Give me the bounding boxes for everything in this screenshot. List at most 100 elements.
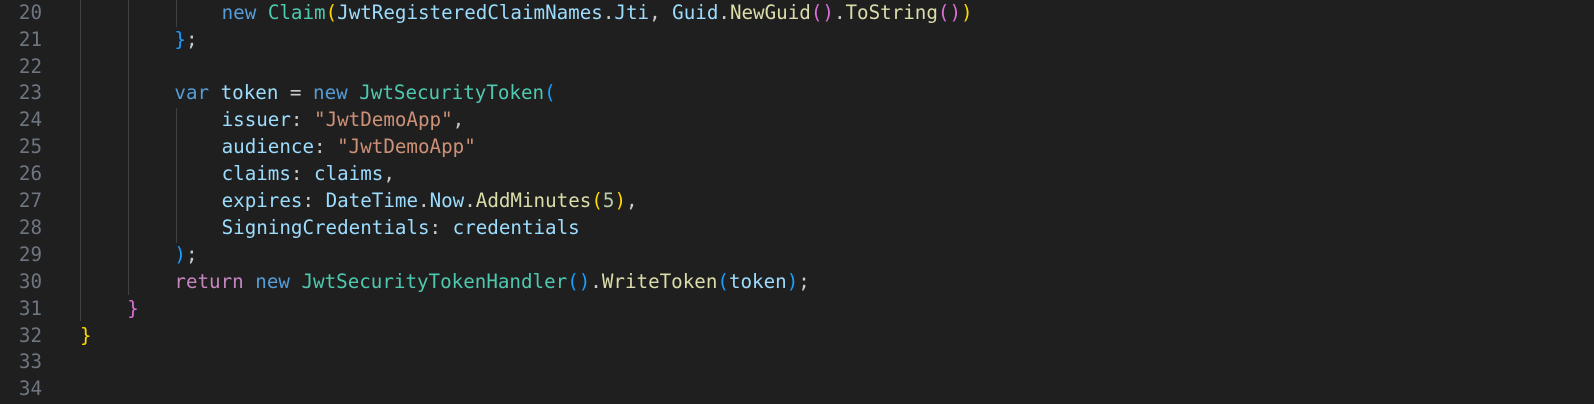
code-line[interactable]: 28 SigningCredentials: credentials [0, 215, 1594, 242]
code-token: claims [221, 162, 291, 186]
line-number: 29 [18, 242, 42, 266]
code-token: . [464, 189, 476, 212]
code-token: . [718, 0, 730, 24]
code-text[interactable]: } [80, 323, 92, 350]
code-text[interactable]: }; [174, 27, 197, 54]
line-number: 21 [18, 27, 42, 51]
code-token: new [313, 81, 348, 105]
code-line[interactable]: 26 claims: claims, [0, 161, 1594, 188]
code-line[interactable]: 31} [0, 296, 1594, 323]
code-token: claims [314, 162, 384, 186]
code-token: () [567, 269, 591, 293]
code-token: = [278, 81, 314, 105]
code-token: ; [185, 27, 198, 51]
code-token: Now [429, 189, 465, 212]
code-token: JwtRegisteredClaimNames [337, 0, 603, 24]
line-number: 34 [18, 377, 42, 401]
code-token: credentials [452, 215, 580, 239]
code-line[interactable]: 20 new Claim(JwtRegisteredClaimNames.Jti,… [0, 0, 1594, 27]
code-token: ( [717, 269, 729, 293]
code-token: , [649, 0, 673, 24]
code-token: JwtSecurityTokenHandler [301, 269, 568, 293]
code-token: expires [221, 189, 303, 212]
code-token: issuer [221, 108, 291, 132]
line-number: 20 [18, 0, 42, 24]
code-token: new [255, 269, 290, 293]
line-number: 33 [18, 350, 42, 374]
code-token: ) [786, 269, 799, 293]
line-number: 30 [18, 269, 42, 293]
code-text[interactable]: SigningCredentials: credentials [222, 215, 580, 242]
line-number: 32 [18, 323, 42, 347]
line-number: 23 [18, 81, 42, 105]
code-token: audience [221, 135, 315, 159]
code-line[interactable]: 24 issuer: "JwtDemoApp", [0, 107, 1594, 134]
code-token: ToString [845, 0, 938, 24]
code-line[interactable]: 30 return new JwtSecurityTokenHandler().W… [0, 269, 1594, 296]
line-number: 24 [18, 108, 42, 132]
code-token: ) [961, 0, 973, 24]
code-line[interactable]: 27 expires: DateTime.Now.AddMinutes(5), [0, 188, 1594, 215]
code-line[interactable]: 21}; [0, 27, 1594, 54]
code-token: Jti [614, 0, 650, 24]
code-token: JwtSecurityToken [359, 81, 545, 105]
code-token: Claim [267, 0, 326, 24]
code-token: ( [325, 0, 338, 24]
code-token: } [127, 296, 139, 320]
code-token: . [590, 269, 602, 293]
code-token: AddMinutes [475, 189, 592, 212]
code-text[interactable]: return new JwtSecurityTokenHandler().Wri… [174, 269, 809, 296]
code-token: 5 [602, 189, 615, 212]
code-line[interactable]: 29); [0, 242, 1594, 269]
code-text[interactable]: expires: DateTime.Now.AddMinutes(5), [222, 188, 638, 215]
line-number: 26 [18, 162, 42, 186]
code-token: token [728, 269, 787, 293]
code-line[interactable]: 22 [0, 54, 1594, 81]
code-token: ( [591, 189, 603, 212]
code-line[interactable]: 23 var token = new JwtSecurityToken( [0, 80, 1594, 107]
code-text[interactable]: } [127, 296, 139, 323]
code-token: WriteToken [601, 269, 718, 293]
code-token: "JwtDemoApp" [337, 135, 476, 159]
code-line[interactable]: 34 [0, 376, 1594, 403]
code-token: . [418, 189, 430, 212]
code-token: new [221, 0, 257, 24]
code-text[interactable]: ); [174, 242, 197, 269]
code-token: var [174, 81, 210, 105]
code-token: : [290, 108, 315, 132]
code-token: : [429, 215, 453, 239]
code-text[interactable]: var token = new JwtSecurityToken( [174, 80, 555, 107]
code-token: : [290, 162, 315, 186]
code-token: () [937, 0, 962, 24]
code-text[interactable]: audience: "JwtDemoApp" [222, 134, 476, 161]
code-token: ) [174, 242, 186, 266]
line-number: 31 [18, 296, 42, 320]
code-token: "JwtDemoApp" [314, 108, 453, 132]
code-line[interactable]: 33 [0, 349, 1594, 376]
code-editor[interactable]: 20 new Claim(JwtRegisteredClaimNames.Jti,… [0, 0, 1594, 404]
code-token: , [626, 189, 638, 212]
code-line[interactable]: 25 audience: "JwtDemoApp" [0, 134, 1594, 161]
code-text[interactable]: new Claim(JwtRegisteredClaimNames.Jti, G… [222, 0, 973, 27]
code-text[interactable]: issuer: "JwtDemoApp", [222, 107, 465, 134]
code-token: ( [544, 81, 556, 105]
code-text[interactable]: claims: claims, [222, 161, 395, 188]
line-number: 27 [18, 189, 42, 212]
code-token: NewGuid [729, 0, 811, 24]
code-token: ) [614, 189, 626, 212]
code-token: . [602, 0, 615, 24]
code-token: () [810, 0, 834, 24]
code-token: return [174, 269, 244, 293]
code-token: , [383, 162, 395, 186]
code-token: SigningCredentials [221, 215, 430, 239]
code-token: } [174, 27, 186, 51]
line-number: 22 [18, 54, 42, 78]
code-line[interactable]: 32} [0, 323, 1594, 350]
code-token: : [314, 135, 338, 159]
code-token: . [833, 0, 846, 24]
code-token: , [452, 108, 465, 132]
